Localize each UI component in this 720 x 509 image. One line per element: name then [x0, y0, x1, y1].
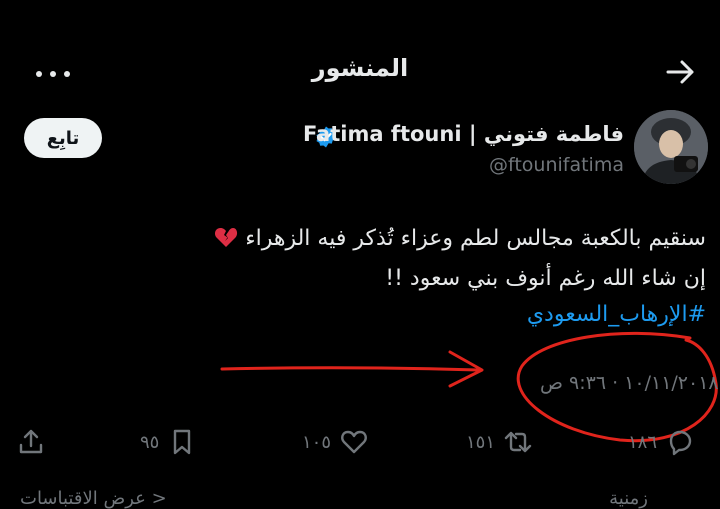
like-icon — [341, 430, 367, 454]
annotation-arrow — [220, 350, 484, 388]
follow-button[interactable]: تابِع — [24, 118, 102, 158]
tweet-text-line-1: سنقيم بالكعبة مجالس لطم وعزاء تُذكر فيه … — [210, 226, 706, 251]
retweet-button[interactable]: ١٥١ — [466, 424, 533, 460]
back-arrow-icon[interactable] — [664, 56, 696, 88]
reply-icon — [669, 430, 692, 456]
bookmark-button[interactable]: ٩٥ — [140, 424, 197, 460]
like-count: ١٠٥ — [302, 431, 332, 453]
hashtag-link[interactable]: #الإرهاب_السعودي — [527, 302, 706, 327]
bookmark-icon — [174, 429, 191, 455]
author-handle[interactable]: @ftounifatima — [489, 154, 624, 176]
share-button[interactable] — [16, 424, 46, 460]
like-button[interactable]: ١٠٥ — [302, 424, 369, 460]
retweet-count: ١٥١ — [466, 431, 496, 453]
timeline-link[interactable]: زمنية — [609, 488, 648, 509]
page-title: المنشور — [311, 54, 409, 82]
share-icon — [19, 429, 43, 454]
bookmark-count: ٩٥ — [140, 431, 160, 453]
retweet-icon — [504, 431, 532, 453]
reply-count: ١٨٦ — [628, 431, 658, 453]
reply-button[interactable]: ١٨٦ — [628, 424, 695, 460]
tweet-text-line-2: إن شاء الله رغم أنوف بني سعود !! — [385, 266, 706, 291]
broken-heart-icon — [215, 228, 238, 247]
avatar[interactable] — [634, 110, 708, 184]
view-quotes-link[interactable]: عرض الاقتباسات > — [20, 488, 167, 509]
tweet-timestamp[interactable]: ١٠/١١/٢٠١٨ · ٩:٣٦ ص — [540, 372, 719, 394]
tweet-text: سنقيم بالكعبة مجالس لطم وعزاء تُذكر فيه … — [245, 226, 706, 251]
author-name[interactable]: Fatima ftouni | فاطمة فتوني — [303, 122, 624, 146]
